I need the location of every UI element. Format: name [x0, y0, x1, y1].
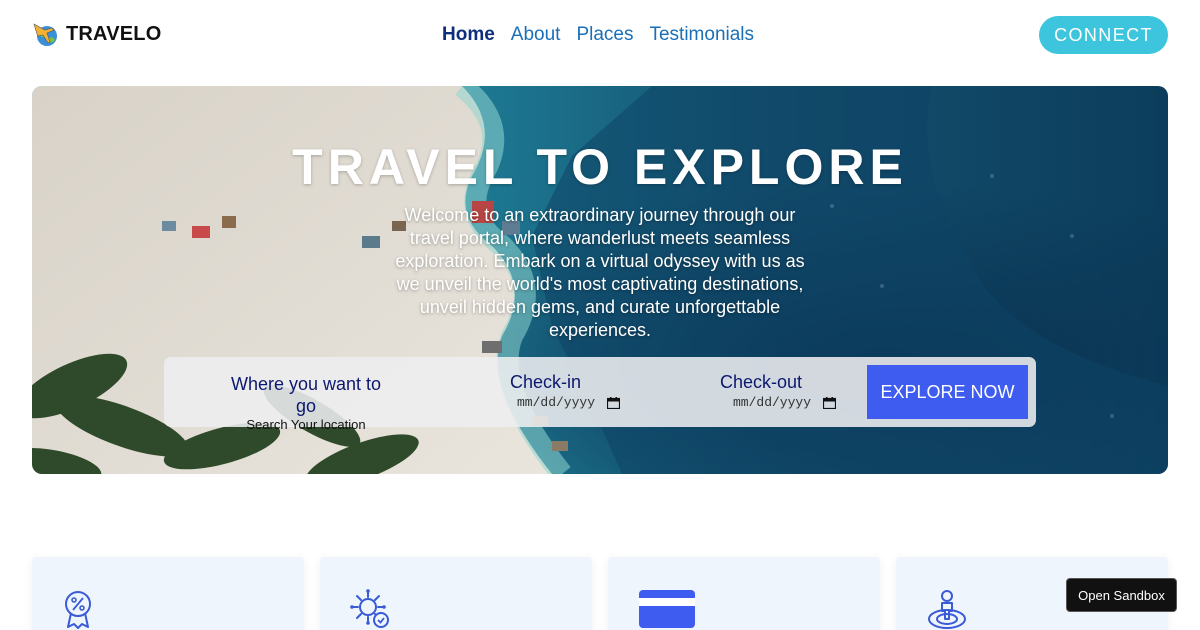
- checkin-date-input[interactable]: mm/dd/yyyy: [517, 395, 621, 410]
- checkout-date-placeholder: mm/dd/yyyy: [733, 395, 812, 410]
- calendar-icon[interactable]: [607, 396, 621, 409]
- main-menu: Home About Places Testimonials: [442, 22, 754, 48]
- connect-button[interactable]: CONNECT: [1039, 16, 1168, 54]
- navbar: TRAVELO Home About Places Testimonials C…: [0, 0, 1200, 70]
- checkout-date-input[interactable]: mm/dd/yyyy: [733, 395, 837, 410]
- location-pin-icon: [928, 590, 966, 629]
- nav-link-home[interactable]: Home: [442, 22, 495, 48]
- nav-link-about[interactable]: About: [511, 22, 561, 48]
- feature-card: [320, 557, 592, 630]
- calendar-icon[interactable]: [823, 396, 837, 409]
- checkin-date-placeholder: mm/dd/yyyy: [517, 395, 596, 410]
- feature-card: [608, 557, 880, 630]
- checkin-field: Check-in mm/dd/yyyy: [510, 371, 621, 410]
- brand-name: TRAVELO: [66, 22, 162, 45]
- hero-title: TRAVEL TO EXPLORE: [292, 139, 908, 195]
- feature-card: [32, 557, 304, 630]
- destination-label: Where you want to go: [230, 374, 382, 416]
- checkin-label: Check-in: [510, 372, 582, 392]
- search-bar: Where you want to go Search Your locatio…: [164, 357, 1036, 432]
- destination-input[interactable]: Search Your location: [221, 417, 391, 433]
- explore-now-button[interactable]: EXPLORE NOW: [867, 365, 1028, 419]
- destination-field[interactable]: Where you want to go Search Your locatio…: [221, 373, 391, 433]
- hero-description: Welcome to an extraordinary journey thro…: [395, 205, 805, 340]
- virus-shield-icon: [350, 589, 389, 628]
- discount-badge-icon: [65, 591, 91, 629]
- nav-link-places[interactable]: Places: [576, 22, 633, 48]
- brand-logo[interactable]: TRAVELO: [32, 20, 161, 48]
- checkout-field: Check-out mm/dd/yyyy: [720, 371, 837, 410]
- nav-link-testimonials[interactable]: Testimonials: [649, 22, 754, 48]
- checkout-label: Check-out: [720, 372, 803, 392]
- credit-card-icon: [639, 590, 695, 628]
- plane-globe-icon: [33, 23, 57, 46]
- open-sandbox-button[interactable]: Open Sandbox: [1066, 578, 1177, 612]
